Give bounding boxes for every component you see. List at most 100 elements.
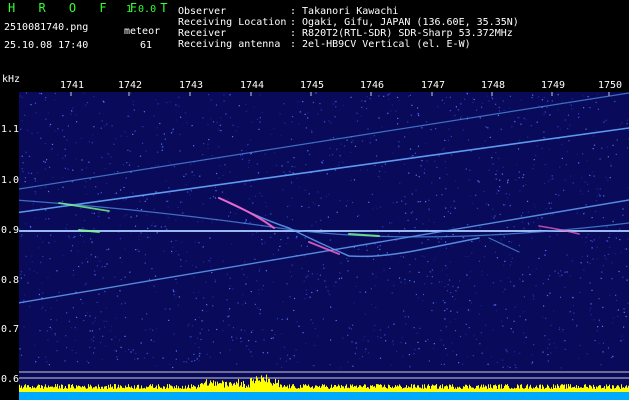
noise-pixel	[240, 337, 242, 339]
level-bar	[187, 387, 188, 392]
noise-pixel	[123, 215, 126, 217]
noise-pixel	[211, 222, 213, 224]
noise-pixel	[139, 155, 142, 157]
noise-pixel	[295, 349, 297, 351]
level-bar	[81, 387, 82, 392]
noise-pixel	[179, 133, 181, 135]
level-bar	[593, 384, 594, 392]
noise-pixel	[40, 187, 42, 189]
level-bar	[598, 385, 599, 392]
level-bar	[332, 387, 333, 392]
level-bar	[546, 387, 547, 392]
noise-pixel	[124, 131, 126, 133]
noise-pixel	[602, 217, 604, 219]
noise-pixel	[398, 147, 400, 149]
noise-pixel	[265, 206, 267, 208]
noise-pixel	[38, 356, 40, 358]
noise-pixel	[91, 134, 94, 136]
noise-pixel	[281, 366, 283, 369]
level-bar	[55, 384, 56, 392]
noise-pixel	[156, 328, 158, 330]
noise-pixel	[34, 102, 37, 104]
level-bar	[49, 387, 50, 392]
noise-pixel	[219, 165, 221, 167]
noise-pixel	[230, 243, 233, 245]
noise-pixel	[442, 149, 444, 151]
noise-pixel	[173, 291, 175, 293]
level-bar	[349, 388, 350, 392]
noise-pixel	[124, 335, 126, 337]
level-bar	[337, 386, 338, 392]
level-bar	[70, 387, 71, 392]
noise-pixel	[332, 103, 334, 105]
noise-pixel	[446, 274, 448, 276]
noise-pixel	[307, 275, 309, 277]
noise-pixel	[586, 255, 589, 257]
noise-pixel	[223, 94, 225, 96]
noise-pixel	[514, 306, 516, 308]
level-bar	[621, 384, 622, 392]
level-bar	[130, 387, 131, 392]
noise-pixel	[409, 264, 411, 266]
noise-pixel	[205, 311, 208, 313]
noise-pixel	[328, 293, 330, 295]
noise-pixel	[523, 117, 525, 119]
noise-pixel	[543, 96, 545, 99]
noise-pixel	[619, 228, 621, 230]
level-bar	[299, 388, 300, 392]
noise-pixel	[596, 188, 598, 190]
level-bar	[350, 384, 351, 392]
noise-pixel	[560, 367, 562, 369]
noise-pixel	[585, 236, 587, 238]
noise-pixel	[304, 255, 306, 257]
noise-pixel	[46, 159, 48, 161]
noise-pixel	[83, 92, 85, 94]
noise-pixel	[57, 188, 59, 190]
noise-pixel	[569, 275, 571, 277]
level-bar	[313, 388, 314, 392]
noise-pixel	[62, 186, 64, 188]
noise-pixel	[492, 163, 494, 165]
level-bar	[561, 384, 562, 392]
noise-pixel	[583, 212, 585, 214]
noise-pixel	[445, 265, 447, 267]
noise-pixel	[522, 212, 524, 214]
noise-pixel	[491, 215, 493, 217]
noise-pixel	[175, 358, 177, 360]
noise-pixel	[495, 251, 497, 253]
noise-pixel	[35, 361, 37, 363]
noise-pixel	[235, 130, 237, 132]
noise-pixel	[606, 146, 608, 148]
level-bar	[115, 384, 116, 392]
noise-pixel	[94, 274, 96, 276]
noise-pixel	[264, 241, 266, 243]
noise-pixel	[198, 291, 200, 293]
noise-pixel	[49, 166, 51, 168]
noise-pixel	[442, 300, 444, 302]
level-bar	[275, 378, 276, 392]
noise-pixel	[336, 211, 338, 213]
noise-pixel	[250, 291, 252, 293]
noise-pixel	[496, 192, 498, 195]
level-bar	[464, 386, 465, 392]
noise-pixel	[201, 220, 203, 223]
level-bar	[374, 386, 375, 392]
level-bar	[226, 381, 227, 392]
level-bar	[536, 385, 537, 392]
noise-pixel	[407, 219, 409, 221]
noise-pixel	[45, 209, 47, 211]
noise-pixel	[276, 363, 278, 365]
noise-pixel	[502, 166, 504, 168]
level-bar	[243, 380, 244, 392]
level-bar	[538, 388, 539, 392]
noise-pixel	[423, 172, 425, 174]
level-bar	[348, 387, 349, 392]
level-bar	[384, 384, 385, 392]
level-bar	[305, 384, 306, 392]
noise-pixel	[41, 282, 43, 284]
noise-pixel	[29, 306, 31, 308]
level-bar	[62, 384, 63, 392]
noise-pixel	[95, 186, 97, 188]
noise-pixel	[483, 191, 485, 193]
noise-pixel	[35, 112, 37, 114]
